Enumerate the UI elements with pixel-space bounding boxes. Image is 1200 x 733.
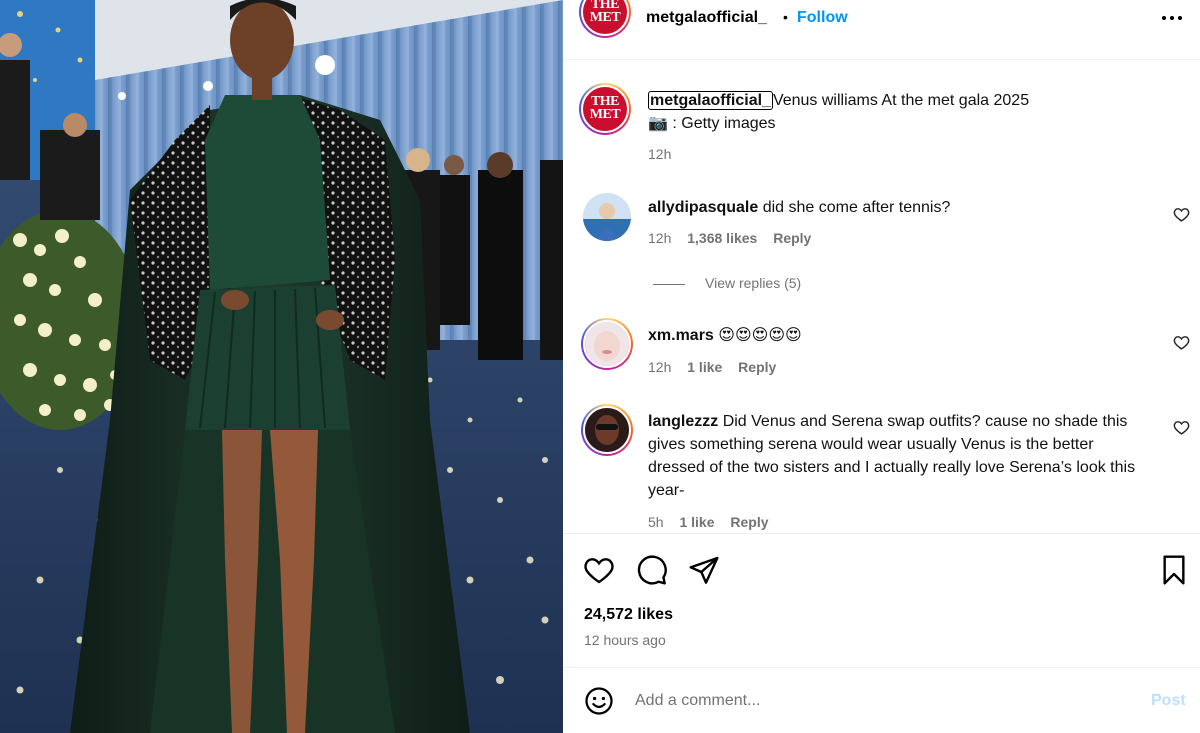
separator-dot: • xyxy=(783,9,788,25)
caption-username[interactable]: metgalaofficial_ xyxy=(648,91,773,110)
post-photo xyxy=(0,0,563,733)
caption-avatar[interactable]: THE MET xyxy=(579,83,631,135)
bookmark-icon[interactable] xyxy=(1158,554,1190,586)
comment-body: Did Venus and Serena swap outfits? cause… xyxy=(648,413,1136,499)
post-panel: THE MET metgalaofficial_ • Follow THE ME… xyxy=(563,0,1200,733)
comment-username[interactable]: langlezzz xyxy=(648,413,718,430)
comment-time: 5h xyxy=(648,514,664,530)
comment-username[interactable]: allydipasquale xyxy=(648,199,758,216)
header-avatar[interactable]: THE MET xyxy=(579,0,631,38)
comment-likes[interactable]: 1 like xyxy=(687,359,722,375)
comment-meta: 12h 1,368 likes Reply xyxy=(648,230,823,246)
post-actions: 24,572 likes 12 hours ago xyxy=(563,533,1200,668)
comments-list: THE MET metgalaofficial_ Venus williams A… xyxy=(563,61,1200,533)
comment-text: langlezzz Did Venus and Serena swap outf… xyxy=(648,410,1143,502)
met-logo: THE MET xyxy=(581,0,629,36)
post-time: 12 hours ago xyxy=(584,632,666,648)
emoji-icon[interactable] xyxy=(584,686,614,716)
logo-text-bottom: MET xyxy=(589,107,621,122)
like-comment-icon[interactable] xyxy=(1173,419,1190,436)
comment-avatar[interactable] xyxy=(581,404,633,456)
caption-body: Venus williams At the met gala 2025 xyxy=(772,92,1030,109)
comment-composer: Post xyxy=(563,668,1200,733)
likes-count[interactable]: 24,572 likes xyxy=(584,606,673,624)
caption-meta: 12h xyxy=(648,146,683,162)
avatar-image xyxy=(583,193,631,241)
view-replies-line xyxy=(653,284,685,285)
avatar-image xyxy=(583,320,631,368)
comment-input[interactable] xyxy=(635,688,1135,714)
comment-meta: 5h 1 like Reply xyxy=(648,514,781,530)
like-comment-icon[interactable] xyxy=(1173,206,1190,223)
reply-button[interactable]: Reply xyxy=(738,359,776,375)
follow-button[interactable]: Follow xyxy=(797,9,848,27)
comment-likes[interactable]: 1 like xyxy=(679,514,714,530)
comment-body: did she come after tennis? xyxy=(762,199,951,216)
reply-button[interactable]: Reply xyxy=(773,230,811,246)
like-comment-icon[interactable] xyxy=(1173,334,1190,351)
view-replies-button[interactable]: View replies (5) xyxy=(705,275,801,291)
caption-credit: 📷 : Getty images xyxy=(648,115,776,132)
heart-icon[interactable] xyxy=(583,554,615,586)
post-image xyxy=(0,0,563,733)
comment-avatar[interactable] xyxy=(581,318,633,370)
caption-time: 12h xyxy=(648,146,672,162)
share-icon[interactable] xyxy=(688,554,720,586)
comment-text: xm.mars 😍😍😍😍😍 xyxy=(648,324,1143,347)
comment-meta: 12h 1 like Reply xyxy=(648,359,788,375)
met-logo: THE MET xyxy=(581,85,629,133)
comment-text: allydipasquale did she come after tennis… xyxy=(648,196,1143,219)
post-header: THE MET metgalaofficial_ • Follow xyxy=(563,0,1200,60)
comment-icon[interactable] xyxy=(636,554,668,586)
more-icon xyxy=(1162,16,1182,20)
avatar-image xyxy=(583,406,631,454)
comment-body: 😍😍😍😍😍 xyxy=(718,327,802,344)
reply-button[interactable]: Reply xyxy=(730,514,768,530)
post-button[interactable]: Post xyxy=(1151,692,1186,710)
comment-username[interactable]: xm.mars xyxy=(648,327,714,344)
header-username[interactable]: metgalaofficial_ xyxy=(646,9,767,27)
caption-text: metgalaofficial_ Venus williams At the me… xyxy=(648,89,1143,135)
comment-avatar[interactable] xyxy=(583,193,631,241)
comment-time: 12h xyxy=(648,359,672,375)
comment-time: 12h xyxy=(648,230,672,246)
logo-text-bottom: MET xyxy=(589,10,621,25)
more-options-button[interactable] xyxy=(1160,6,1184,36)
comment-likes[interactable]: 1,368 likes xyxy=(687,230,757,246)
